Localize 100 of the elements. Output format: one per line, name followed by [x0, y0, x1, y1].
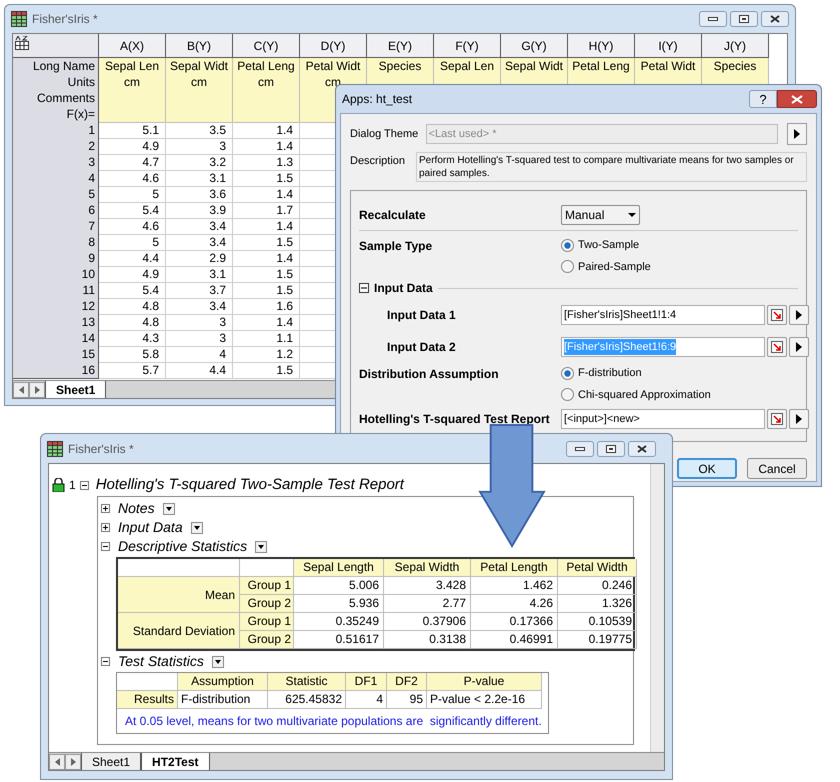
dialog-button[interactable]: OK — [677, 458, 737, 479]
radio-label[interactable]: Paired-Sample — [578, 258, 651, 275]
range-input-field[interactable]: [<input>]<new> — [561, 409, 765, 429]
minimize-button[interactable] — [566, 440, 594, 456]
expand-icon[interactable] — [101, 523, 110, 532]
section-menu-button[interactable] — [212, 656, 224, 668]
radio-label[interactable]: Chi-squared Approximation — [578, 386, 711, 403]
column-header[interactable]: A(X) — [99, 34, 166, 58]
table-cell: 1.326 — [558, 595, 637, 613]
data-cell: 4.6 — [142, 171, 159, 185]
column-header[interactable]: F(Y) — [434, 34, 501, 58]
data-cell: 4.6 — [142, 219, 159, 233]
column-header[interactable]: I(Y) — [635, 34, 702, 58]
collapse-icon[interactable] — [359, 283, 369, 293]
option-label: Hotelling's T-squared Test Report — [359, 411, 551, 428]
section-menu-button[interactable] — [190, 522, 203, 534]
data-cell: 3.2 — [209, 155, 226, 169]
column-header[interactable]: D(Y) — [300, 34, 367, 58]
right-arrow-icon — [70, 758, 76, 766]
data-cell: 1.7 — [276, 203, 293, 217]
select-range-button[interactable] — [767, 305, 787, 325]
column-header: Assumption — [178, 673, 268, 691]
table-cell: 0.246 — [558, 577, 637, 595]
data-cell: 5.1 — [142, 123, 159, 137]
maximize-button[interactable] — [730, 11, 758, 27]
vertical-scrollbar[interactable] — [650, 464, 664, 752]
restore-icon — [606, 444, 616, 452]
range-picker-icon — [771, 413, 783, 425]
radio-label[interactable]: Two-Sample — [578, 237, 640, 254]
data-cell: 5 — [152, 235, 159, 249]
table-cell: 2.77 — [384, 595, 471, 613]
theme-menu-button[interactable] — [786, 123, 807, 145]
row-number: 6 — [13, 202, 99, 219]
close-button[interactable] — [761, 11, 789, 27]
scroll-right-button[interactable] — [29, 382, 45, 398]
section-title: Descriptive Statistics — [118, 537, 248, 556]
data-cell: 4.9 — [142, 139, 159, 153]
maximize-button[interactable] — [597, 440, 625, 456]
section-menu-button[interactable] — [255, 540, 268, 552]
column-header: Petal Length — [471, 559, 558, 577]
table-cell: 0.3138 — [384, 631, 471, 649]
row-label: Group 1 — [240, 577, 294, 595]
radio-label[interactable]: F-distribution — [578, 365, 642, 382]
menu-arrow-button[interactable] — [789, 409, 809, 429]
section-title: Test Statistics — [118, 652, 204, 671]
data-cell: 1.4 — [276, 187, 293, 201]
range-input-field[interactable]: [Fisher'sIris]Sheet1!1:4 — [561, 305, 765, 325]
range-picker-icon — [771, 309, 783, 321]
minimize-button[interactable] — [699, 11, 727, 27]
collapse-icon[interactable] — [80, 480, 89, 490]
row-label: Units — [13, 74, 99, 91]
row-number: 1 — [69, 477, 76, 494]
label-cell: Petal Widt — [635, 58, 702, 75]
scroll-left-button[interactable] — [13, 382, 29, 398]
row-label: Comments — [13, 90, 99, 107]
column-header[interactable]: H(Y) — [568, 34, 635, 58]
menu-arrow-button[interactable] — [789, 337, 809, 357]
sheet-tab[interactable]: Sheet1 — [45, 380, 106, 398]
column-header[interactable]: G(Y) — [501, 34, 568, 58]
row-number: 4 — [13, 170, 99, 187]
menu-arrow-button[interactable] — [789, 305, 809, 325]
radio-button[interactable] — [561, 366, 574, 380]
radio-button[interactable] — [561, 260, 574, 274]
section-title: Input Data — [118, 518, 183, 537]
row-number: 3 — [13, 154, 99, 171]
field-label: Description — [350, 154, 406, 169]
radio-button[interactable] — [561, 238, 574, 252]
minimize-icon — [708, 17, 718, 21]
select-range-button[interactable] — [767, 409, 787, 429]
collapse-icon[interactable] — [101, 657, 110, 666]
data-cell: 3.1 — [209, 171, 226, 185]
column-header[interactable]: C(Y) — [233, 34, 300, 58]
help-button[interactable]: ? — [749, 90, 777, 108]
dialog-button[interactable]: Cancel — [747, 458, 807, 479]
dropdown-caret-icon — [628, 212, 636, 216]
label-cell: Petal Leng — [568, 58, 635, 75]
column-header[interactable]: B(Y) — [166, 34, 233, 58]
label-cell: Species — [367, 58, 434, 75]
radio-button[interactable] — [561, 388, 574, 402]
data-cell: 5.7 — [142, 363, 159, 377]
scroll-left-button[interactable] — [49, 754, 65, 770]
column-header[interactable]: J(Y) — [702, 34, 769, 58]
worksheet-icon — [11, 11, 27, 27]
table-cell: 0.35249 — [294, 613, 384, 631]
right-arrow-icon — [34, 386, 40, 394]
collapse-icon[interactable] — [101, 542, 110, 551]
sheet-tab[interactable]: HT2Test — [141, 752, 210, 770]
scroll-right-button[interactable] — [65, 754, 81, 770]
expand-icon[interactable] — [101, 504, 110, 513]
close-button[interactable] — [628, 440, 656, 456]
sheet-tab[interactable]: Sheet1 — [81, 752, 142, 770]
recalculate-dropdown[interactable]: Manual — [561, 204, 640, 224]
select-range-button[interactable] — [767, 337, 787, 357]
data-cell: 3.6 — [209, 187, 226, 201]
sort-grid-icon[interactable] — [15, 36, 29, 50]
close-button[interactable] — [777, 90, 817, 108]
row-number: 16 — [13, 362, 99, 379]
column-header: DF1 — [346, 673, 387, 691]
column-header[interactable]: E(Y) — [367, 34, 434, 58]
section-menu-button[interactable] — [162, 502, 175, 514]
